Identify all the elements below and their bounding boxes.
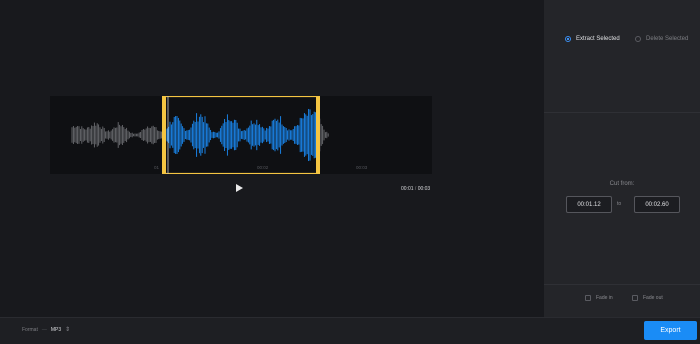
- radio-selected-icon[interactable]: [565, 36, 571, 42]
- checkbox-icon[interactable]: [585, 295, 591, 301]
- radio-unselected-icon[interactable]: [635, 36, 641, 42]
- settings-panel: [544, 0, 700, 317]
- delete-selected-option[interactable]: Delete Selected: [635, 36, 688, 42]
- fade-out-label: Fade out: [643, 295, 663, 301]
- export-button[interactable]: Export: [644, 321, 697, 340]
- fade-in-option[interactable]: Fade in: [585, 295, 613, 301]
- format-dash: —: [41, 326, 47, 333]
- time-separator: /: [414, 186, 417, 192]
- cut-from-label: Cut from:: [609, 181, 635, 187]
- time-display: 00:01 / 00:03: [401, 186, 430, 192]
- bottom-bar: [0, 317, 700, 344]
- total-time: 00:03: [417, 186, 431, 192]
- fade-in-label: Fade in: [596, 295, 613, 301]
- current-time: 00:01: [401, 186, 414, 192]
- chevron-updown-icon: ⇕: [65, 327, 71, 333]
- cut-start-input[interactable]: 00:01.12: [566, 196, 612, 213]
- format-select[interactable]: Format — MP3 ⇕: [22, 326, 71, 334]
- timeline-tick-label: 00:02: [257, 165, 269, 170]
- extract-selected-label: Extract Selected: [576, 36, 620, 42]
- fade-out-option[interactable]: Fade out: [632, 295, 663, 301]
- selection-end-handle[interactable]: [316, 96, 320, 174]
- delete-selected-label: Delete Selected: [646, 36, 689, 42]
- waveform[interactable]: 01 00:02 00:03: [50, 96, 432, 174]
- play-icon[interactable]: [236, 184, 243, 192]
- settings-divider: [544, 284, 700, 285]
- settings-divider: [544, 112, 700, 113]
- checkbox-icon[interactable]: [632, 295, 638, 301]
- format-value: MP3: [50, 326, 62, 333]
- format-label: Format: [22, 326, 38, 333]
- extract-selected-option[interactable]: Extract Selected: [565, 36, 620, 42]
- cut-to-label: to: [617, 201, 622, 207]
- waveform-panel[interactable]: 01 00:02 00:03: [50, 96, 432, 174]
- timeline-tick-label: 01: [154, 165, 160, 170]
- editor-area: 01 00:02 00:03 00:01 / 00:03: [0, 0, 544, 317]
- timeline-tick-label: 00:03: [356, 165, 368, 170]
- selection-start-handle[interactable]: [162, 96, 166, 174]
- cut-end-input[interactable]: 00:02.60: [634, 196, 680, 213]
